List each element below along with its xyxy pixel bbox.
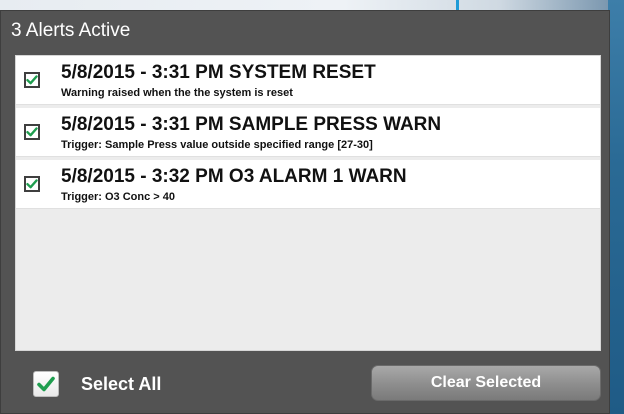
alert-title: 5/8/2015 - 3:31 PM SAMPLE PRESS WARN xyxy=(61,114,442,135)
alert-description: Trigger: Sample Press value outside spec… xyxy=(61,139,373,151)
alert-row[interactable]: 5/8/2015 - 3:31 PM SYSTEM RESET Warning … xyxy=(16,56,600,105)
select-all-checkbox[interactable] xyxy=(33,371,59,397)
alert-title: 5/8/2015 - 3:31 PM SYSTEM RESET xyxy=(61,62,376,83)
checkmark-icon xyxy=(26,179,38,189)
checkmark-icon xyxy=(26,127,38,137)
alert-checkbox[interactable] xyxy=(24,176,40,192)
select-all-label: Select All xyxy=(81,374,162,394)
alert-row[interactable]: 5/8/2015 - 3:32 PM O3 ALARM 1 WARN Trigg… xyxy=(16,160,600,209)
checkmark-icon xyxy=(37,376,55,392)
background-edge xyxy=(608,0,624,414)
alerts-dialog: 3 Alerts Active 5/8/2015 - 3:31 PM SYSTE… xyxy=(0,10,610,414)
clear-selected-button[interactable]: Clear Selected xyxy=(371,365,601,401)
alert-checkbox[interactable] xyxy=(24,124,40,140)
alerts-list: 5/8/2015 - 3:31 PM SYSTEM RESET Warning … xyxy=(15,55,601,351)
checkmark-icon xyxy=(26,75,38,85)
alert-row[interactable]: 5/8/2015 - 3:31 PM SAMPLE PRESS WARN Tri… xyxy=(16,108,600,157)
alert-description: Warning raised when the the system is re… xyxy=(61,87,293,99)
alert-title: 5/8/2015 - 3:32 PM O3 ALARM 1 WARN xyxy=(61,166,407,187)
alert-description: Trigger: O3 Conc > 40 xyxy=(61,191,176,203)
alert-checkbox[interactable] xyxy=(24,72,40,88)
dialog-title: 3 Alerts Active xyxy=(11,20,131,41)
